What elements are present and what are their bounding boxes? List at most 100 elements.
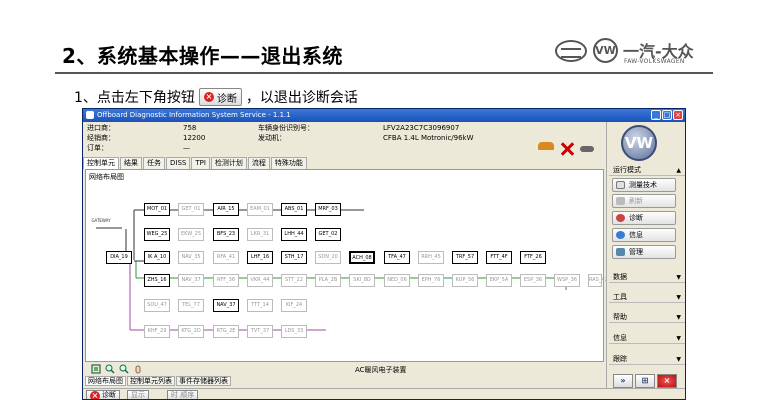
vehicle-icon[interactable] — [538, 142, 554, 150]
control-unit-node[interactable]: WEG_25 — [144, 228, 170, 241]
control-unit-node[interactable]: LHH_44 — [281, 228, 307, 241]
tab-tpi[interactable]: TPI — [191, 157, 210, 169]
control-unit-node[interactable]: DIA_19 — [106, 251, 132, 264]
tab-control-unit-list[interactable]: 控制单元列表 — [127, 376, 175, 386]
control-unit-node[interactable]: RTG_2E — [213, 325, 239, 338]
control-unit-node[interactable]: FTF_26 — [520, 251, 546, 264]
control-unit-node[interactable]: GET_01 — [178, 203, 204, 216]
control-unit-node[interactable]: RRH_45 — [418, 251, 444, 264]
control-unit-node[interactable]: RFF_36 — [213, 274, 239, 287]
control-unit-node[interactable]: KIF_24 — [281, 299, 307, 312]
admin-mode-button[interactable]: 管理 — [612, 245, 676, 259]
fit-view-icon[interactable] — [91, 364, 101, 374]
control-unit-node[interactable]: ACH_08 — [349, 251, 375, 264]
diagnose-icon — [616, 214, 625, 222]
tab-control-units[interactable]: 控制单元 — [83, 157, 119, 169]
chevron-down-icon: ▼ — [676, 314, 681, 321]
measure-button[interactable]: 测量技术 — [612, 178, 676, 192]
zoom-out-icon[interactable] — [119, 364, 129, 374]
tab-tasks[interactable]: 任务 — [143, 157, 165, 169]
control-unit-node[interactable]: EAM_01 — [247, 203, 273, 216]
control-unit-node[interactable]: SOU_47 — [144, 299, 170, 312]
control-unit-node[interactable]: TFA_47 — [384, 251, 410, 264]
control-unit-node[interactable]: NAV_35 — [178, 251, 204, 264]
title-divider — [55, 72, 713, 74]
tab-special-functions[interactable]: 特殊功能 — [270, 157, 307, 169]
section-label: 工具 — [613, 293, 627, 301]
control-unit-node[interactable]: MRF_03 — [315, 203, 341, 216]
exit-diagnose-button[interactable]: × 诊断 — [86, 390, 120, 399]
control-unit-node[interactable]: TVT_37 — [247, 325, 273, 338]
control-unit-node[interactable]: FTT_4F — [486, 251, 512, 264]
control-unit-node[interactable]: TTT_14 — [247, 299, 273, 312]
control-unit-node[interactable]: BFS_23 — [213, 228, 239, 241]
minimize-button[interactable]: _ — [651, 110, 661, 120]
control-unit-node[interactable]: EPH_76 — [418, 274, 444, 287]
control-unit-node[interactable]: KTG_2D — [178, 325, 204, 338]
flash-button[interactable]: 刷新 — [612, 194, 676, 208]
tab-network-layout[interactable]: 网络布局图 — [85, 376, 126, 386]
control-unit-node[interactable]: GET_02 — [315, 228, 341, 241]
odis-app-window: Offboard Diagnostic Information System S… — [82, 108, 686, 400]
settings-button[interactable]: ⊞ — [635, 374, 655, 388]
control-unit-node[interactable]: IK A_10 — [144, 251, 170, 264]
forward-button[interactable]: » — [613, 374, 633, 388]
control-unit-node[interactable]: MOT_01 — [144, 203, 170, 216]
section-label: 帮助 — [613, 313, 627, 321]
chevron-up-icon: ▲ — [676, 167, 681, 174]
control-unit-node[interactable]: RFA_41 — [213, 251, 239, 264]
close-window-button[interactable]: × — [673, 110, 683, 120]
sequence-button[interactable]: 时 顺序 — [167, 390, 199, 399]
connector-icon[interactable] — [580, 146, 594, 152]
control-unit-node[interactable]: NED_06 — [384, 274, 410, 287]
maximize-button[interactable]: □ — [662, 110, 672, 120]
mode-label: 信息 — [629, 231, 643, 239]
control-unit-node[interactable]: STT_22 — [281, 274, 307, 287]
control-unit-node[interactable]: PLA_2B — [315, 274, 341, 287]
disconnect-icon[interactable] — [560, 142, 574, 156]
tab-test-plan[interactable]: 检测计划 — [210, 157, 247, 169]
section-data[interactable]: 数据 ▼ — [609, 272, 685, 283]
exit-app-button[interactable]: × — [657, 374, 677, 388]
section-operating-mode[interactable]: 运行模式 ▲ — [609, 165, 685, 176]
control-unit-node[interactable]: ESP_36 — [520, 274, 546, 287]
info-icon — [616, 231, 625, 239]
control-unit-node[interactable]: TRF_57 — [452, 251, 478, 264]
section-trace[interactable]: 跟踪 ▼ — [609, 354, 685, 365]
control-unit-node[interactable]: LKR_31 — [247, 228, 273, 241]
tab-procedure[interactable]: 流程 — [247, 157, 270, 169]
control-unit-node[interactable]: NAV_37 — [213, 299, 239, 312]
section-tools[interactable]: 工具 ▼ — [609, 292, 685, 303]
control-unit-node[interactable]: RAS_41 — [588, 274, 608, 287]
control-unit-node[interactable]: SKI_8D — [349, 274, 375, 287]
control-unit-node[interactable]: EKP_5A — [486, 274, 512, 287]
hand-pan-icon[interactable] — [133, 364, 143, 374]
control-unit-node[interactable]: EKW_25 — [178, 228, 204, 241]
control-unit-node[interactable]: VKR_44 — [247, 274, 273, 287]
exit-diagnose-label: 诊断 — [102, 391, 116, 399]
display-button[interactable]: 显示 — [127, 390, 149, 399]
control-unit-node[interactable]: SDN_20 — [315, 251, 341, 264]
control-unit-node[interactable]: STH_17 — [281, 251, 307, 264]
control-unit-node[interactable]: ABS_01 — [281, 203, 307, 216]
tab-diss[interactable]: DISS — [166, 157, 191, 169]
zoom-in-icon[interactable] — [105, 364, 115, 374]
control-unit-node[interactable]: LHF_16 — [247, 251, 273, 264]
control-unit-node[interactable]: ZHS_16 — [144, 274, 170, 287]
brand-logo: VW 一汽-大众 FAW-VOLKSWAGEN — [555, 38, 695, 68]
control-unit-node[interactable]: LDS_33 — [281, 325, 307, 338]
control-unit-node[interactable]: TEL_77 — [178, 299, 204, 312]
tab-results[interactable]: 结果 — [120, 157, 142, 169]
control-unit-node[interactable]: NAV_37 — [178, 274, 204, 287]
control-unit-node[interactable]: KUP_56 — [452, 274, 478, 287]
control-unit-node[interactable]: KHF_29 — [144, 325, 170, 338]
control-unit-node[interactable]: AIR_15 — [213, 203, 239, 216]
section-help[interactable]: 帮助 ▼ — [609, 312, 685, 323]
tab-event-memory-list[interactable]: 事件存储器列表 — [176, 376, 231, 386]
info-label: 车辆身份识别号： — [258, 124, 314, 132]
control-unit-node[interactable]: WSP_36 — [554, 274, 580, 287]
section-info[interactable]: 信息 ▼ — [609, 333, 685, 344]
info-label: 订单： — [87, 144, 108, 152]
diagnose-mode-button[interactable]: 诊断 — [612, 211, 676, 225]
info-mode-button[interactable]: 信息 — [612, 228, 676, 242]
